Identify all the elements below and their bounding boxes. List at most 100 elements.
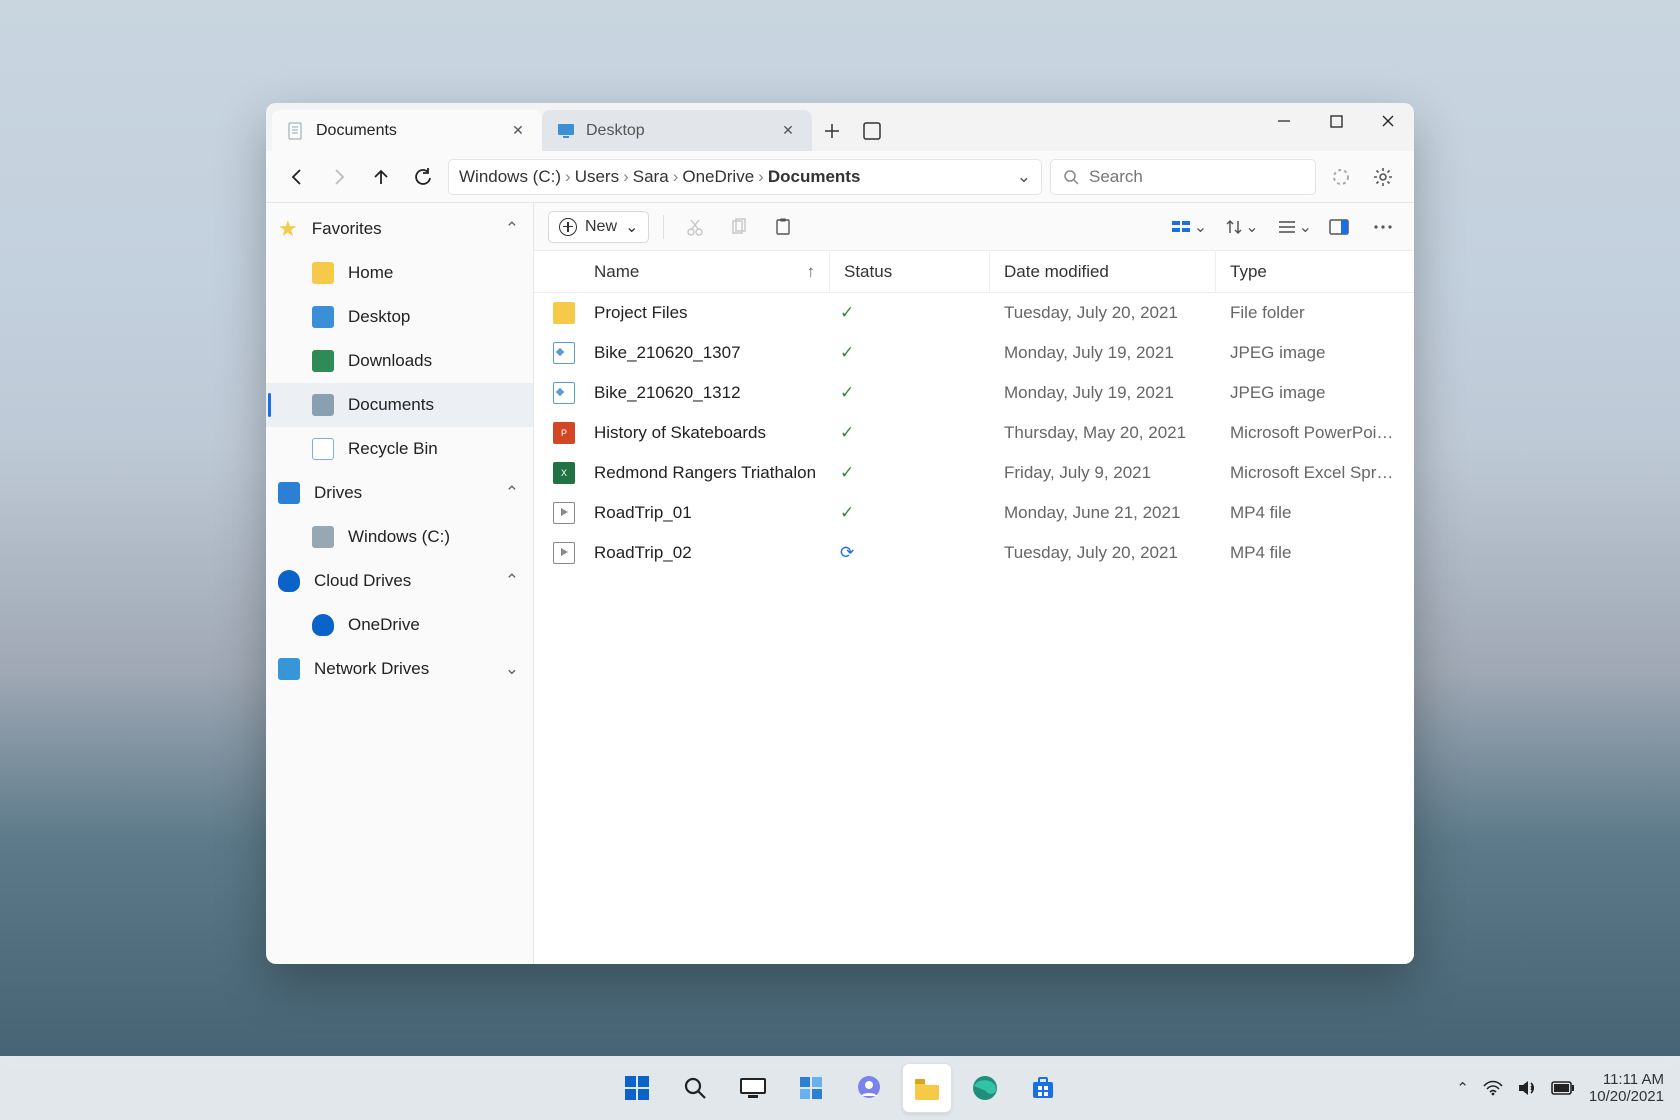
breadcrumb-bar[interactable]: Windows (C:) › Users › Sara › OneDrive ›…: [448, 159, 1042, 195]
settings-button[interactable]: [1366, 160, 1400, 194]
start-button[interactable]: [613, 1064, 661, 1112]
crumb-user[interactable]: Sara: [633, 167, 669, 187]
column-status[interactable]: Status: [830, 251, 990, 292]
file-date: Friday, July 9, 2021: [990, 463, 1216, 483]
sidebar-item-label: OneDrive: [348, 615, 420, 635]
new-tab-button[interactable]: [812, 111, 852, 151]
wifi-icon[interactable]: [1483, 1080, 1503, 1096]
chevron-right-icon: ›: [758, 167, 764, 187]
taskbar-pinned: [613, 1064, 1067, 1112]
file-type: Microsoft PowerPoi…: [1216, 423, 1414, 443]
crumb-onedrive[interactable]: OneDrive: [682, 167, 754, 187]
file-row[interactable]: RoadTrip_02 ⟳ Tuesday, July 20, 2021 MP4…: [534, 533, 1414, 573]
cut-button[interactable]: [678, 210, 712, 244]
video-file-icon: [553, 502, 575, 524]
refresh-button[interactable]: [406, 160, 440, 194]
window-controls: [1258, 103, 1414, 139]
up-button[interactable]: [364, 160, 398, 194]
sidebar-item-downloads[interactable]: Downloads: [266, 339, 533, 383]
view-menu[interactable]: ⌄: [1277, 217, 1312, 237]
copy-button[interactable]: [722, 210, 756, 244]
taskbar-search-button[interactable]: [671, 1064, 719, 1112]
sidebar-group-label: Favorites: [312, 219, 382, 239]
teams-chat-button[interactable]: [845, 1064, 893, 1112]
details-pane-button[interactable]: [1322, 210, 1356, 244]
sidebar-group-network[interactable]: Network Drives ⌄: [266, 647, 533, 691]
file-row[interactable]: P History of Skateboards ✓ Thursday, May…: [534, 413, 1414, 453]
widgets-button[interactable]: [787, 1064, 835, 1112]
new-button[interactable]: New ⌄: [548, 211, 649, 243]
address-bar-row: Windows (C:) › Users › Sara › OneDrive ›…: [266, 151, 1414, 203]
chevron-up-icon[interactable]: ⌃: [505, 483, 519, 503]
sidebar-item-desktop[interactable]: Desktop: [266, 295, 533, 339]
downloads-icon: [312, 350, 334, 372]
maximize-button[interactable]: [1310, 103, 1362, 139]
microsoft-store-icon[interactable]: [1019, 1064, 1067, 1112]
file-row[interactable]: X Redmond Rangers Triathalon ✓ Friday, J…: [534, 453, 1414, 493]
crumb-users[interactable]: Users: [575, 167, 619, 187]
edge-browser-icon[interactable]: [961, 1064, 1009, 1112]
file-name: Redmond Rangers Triathalon: [594, 463, 830, 483]
search-input[interactable]: [1089, 167, 1303, 187]
tab-documents[interactable]: Documents ✕: [272, 110, 542, 151]
file-explorer-taskbar-icon[interactable]: [903, 1064, 951, 1112]
file-date: Monday, July 19, 2021: [990, 383, 1216, 403]
column-type[interactable]: Type: [1216, 251, 1414, 292]
file-date: Monday, June 21, 2021: [990, 503, 1216, 523]
sidebar-group-favorites[interactable]: ★ Favorites ⌃: [266, 207, 533, 251]
sidebar-item-recycle-bin[interactable]: Recycle Bin: [266, 427, 533, 471]
crumb-drive[interactable]: Windows (C:): [459, 167, 561, 187]
documents-icon: [312, 394, 334, 416]
search-box[interactable]: [1050, 159, 1316, 195]
task-view-button[interactable]: [729, 1064, 777, 1112]
file-row[interactable]: Bike_210620_1307 ✓ Monday, July 19, 2021…: [534, 333, 1414, 373]
sort-menu[interactable]: ⌄: [1225, 217, 1258, 237]
sidebar-item-label: Downloads: [348, 351, 432, 371]
clock[interactable]: 11:11 AM 10/20/2021: [1589, 1071, 1664, 1106]
file-type: JPEG image: [1216, 383, 1414, 403]
sidebar-item-documents[interactable]: Documents: [266, 383, 533, 427]
close-tab-icon[interactable]: ✕: [508, 121, 528, 141]
minimize-button[interactable]: [1258, 103, 1310, 139]
chevron-up-icon[interactable]: ⌃: [505, 219, 519, 239]
volume-icon[interactable]: [1517, 1079, 1537, 1097]
file-row[interactable]: RoadTrip_01 ✓ Monday, June 21, 2021 MP4 …: [534, 493, 1414, 533]
file-type: JPEG image: [1216, 343, 1414, 363]
sidebar-group-cloud[interactable]: Cloud Drives ⌃: [266, 559, 533, 603]
more-options-button[interactable]: [1366, 210, 1400, 244]
file-row[interactable]: Bike_210620_1312 ✓ Monday, July 19, 2021…: [534, 373, 1414, 413]
group-by-menu[interactable]: ⌄: [1172, 217, 1207, 237]
sidebar-item-home[interactable]: Home: [266, 251, 533, 295]
file-row[interactable]: Project Files ✓ Tuesday, July 20, 2021 F…: [534, 293, 1414, 333]
sidebar-item-onedrive[interactable]: OneDrive: [266, 603, 533, 647]
close-window-button[interactable]: [1362, 103, 1414, 139]
navigation-pane: ★ Favorites ⌃ Home Desktop Downloads Doc…: [266, 203, 534, 964]
forward-button[interactable]: [322, 160, 356, 194]
system-tray: ⌃ 11:11 AM 10/20/2021: [1456, 1071, 1680, 1106]
sort-asc-icon: ↑: [807, 262, 816, 282]
file-rows: Project Files ✓ Tuesday, July 20, 2021 F…: [534, 293, 1414, 964]
breadcrumb-dropdown-icon[interactable]: ⌄: [1017, 167, 1031, 187]
search-icon: [1063, 169, 1079, 185]
chevron-right-icon: ›: [623, 167, 629, 187]
chevron-up-icon[interactable]: ⌃: [505, 571, 519, 591]
chevron-down-icon[interactable]: ⌄: [505, 659, 519, 679]
documents-tab-icon: [286, 121, 306, 141]
powerpoint-file-icon: P: [553, 422, 575, 444]
tab-desktop[interactable]: Desktop ✕: [542, 110, 812, 151]
sidebar-group-drives[interactable]: Drives ⌃: [266, 471, 533, 515]
column-name[interactable]: Name ↑: [534, 251, 830, 292]
file-type: MP4 file: [1216, 543, 1414, 563]
crumb-current[interactable]: Documents: [768, 167, 861, 187]
tray-overflow-icon[interactable]: ⌃: [1456, 1079, 1469, 1097]
paste-button[interactable]: [766, 210, 800, 244]
snap-layouts-icon[interactable]: [852, 111, 892, 151]
recycle-bin-icon: [312, 438, 334, 460]
file-date: Tuesday, July 20, 2021: [990, 543, 1216, 563]
battery-icon[interactable]: [1551, 1081, 1575, 1095]
close-tab-icon[interactable]: ✕: [778, 121, 798, 141]
sidebar-group-label: Cloud Drives: [314, 571, 411, 591]
column-date[interactable]: Date modified: [990, 251, 1216, 292]
sidebar-item-drive-c[interactable]: Windows (C:): [266, 515, 533, 559]
back-button[interactable]: [280, 160, 314, 194]
